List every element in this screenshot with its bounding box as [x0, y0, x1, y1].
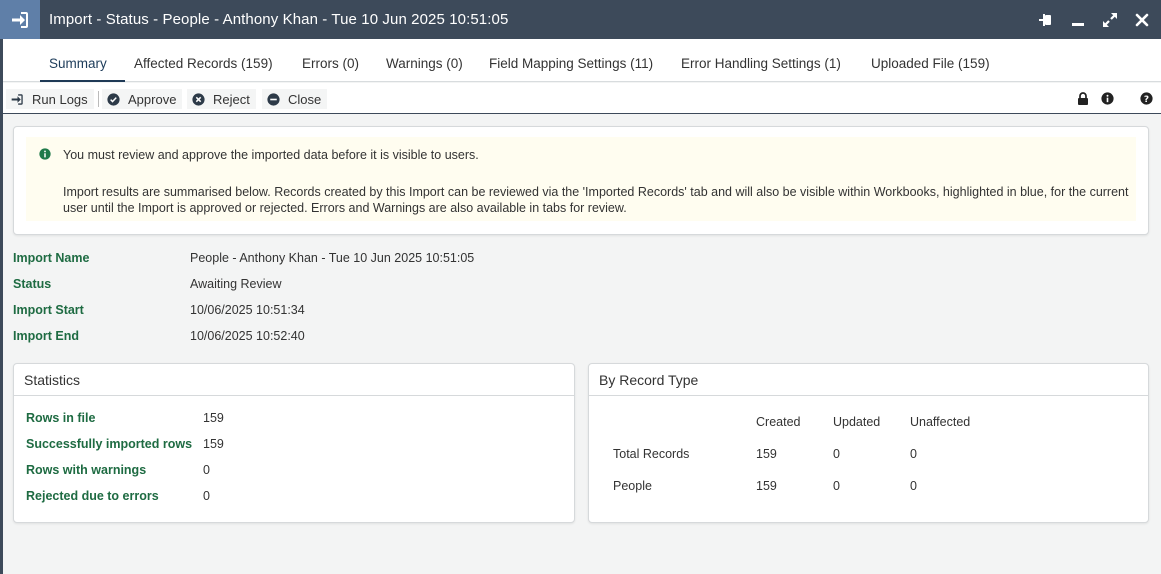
tab-errors[interactable]: Errors (0)	[302, 56, 359, 71]
updated-header: Updated	[833, 415, 881, 429]
notice-review-text: You must review and approve the imported…	[63, 148, 479, 162]
tab-summary[interactable]: Summary	[49, 56, 107, 71]
people-label: People	[613, 479, 652, 493]
maximize-icon[interactable]	[1101, 11, 1119, 29]
total-records-label: Total Records	[613, 447, 690, 461]
rows-with-warnings-label: Rows with warnings	[26, 463, 147, 477]
statistics-title: Statistics	[14, 364, 574, 396]
minimize-icon[interactable]	[1069, 11, 1087, 29]
rejected-errors-value: 0	[203, 489, 210, 503]
successfully-imported-value: 159	[203, 437, 224, 451]
approve-label: Approve	[128, 91, 177, 107]
record-type-title: By Record Type	[589, 364, 1148, 396]
reject-label: Reject	[213, 91, 250, 107]
tab-warnings[interactable]: Warnings (0)	[386, 56, 463, 71]
tab-uploaded-file[interactable]: Uploaded File (159)	[871, 56, 990, 71]
successfully-imported-label: Successfully imported rows	[26, 437, 193, 451]
tab-affected-records[interactable]: Affected Records (159)	[134, 56, 273, 71]
window-titlebar: Import - Status - People - Anthony Khan …	[0, 0, 1161, 39]
rows-in-file-value: 159	[203, 411, 224, 425]
info-icon[interactable]	[1100, 91, 1114, 105]
minus-circle-icon	[267, 92, 280, 106]
import-name-label: Import Name	[13, 251, 90, 265]
import-start-value: 10/06/2025 10:51:34	[190, 303, 305, 317]
tab-field-mapping-settings[interactable]: Field Mapping Settings (11)	[489, 56, 653, 71]
x-circle-icon	[192, 92, 205, 106]
tab-bar: Summary Affected Records (159) Errors (0…	[3, 39, 1161, 82]
check-circle-icon	[107, 92, 120, 106]
total-unaffected-value: 0	[910, 447, 917, 461]
window-title: Import - Status - People - Anthony Khan …	[49, 11, 509, 28]
lock-icon[interactable]	[1076, 91, 1090, 105]
people-created-value: 159	[756, 479, 777, 493]
tab-error-handling-settings[interactable]: Error Handling Settings (1)	[681, 56, 841, 71]
unaffected-header: Unaffected	[910, 415, 971, 429]
info-icon	[39, 148, 51, 160]
people-unaffected-value: 0	[910, 479, 917, 493]
rows-with-warnings-value: 0	[203, 463, 210, 477]
help-icon[interactable]: ?	[1139, 91, 1153, 105]
import-end-value: 10/06/2025 10:52:40	[190, 329, 305, 343]
import-start-label: Import Start	[13, 303, 84, 317]
rows-in-file-label: Rows in file	[26, 411, 96, 425]
close-icon[interactable]	[1133, 11, 1151, 29]
notice-message: You must review and approve the imported…	[26, 137, 1136, 221]
people-updated-value: 0	[833, 479, 840, 493]
statistics-panel: Statistics Rows in file 159 Successfully…	[13, 363, 575, 523]
sign-in-icon	[11, 93, 23, 105]
record-type-panel: By Record Type Created Updated Unaffecte…	[588, 363, 1149, 523]
rejected-errors-label: Rejected due to errors	[26, 489, 159, 503]
toolbar: Run Logs Approve Reject Close ?	[3, 83, 1161, 114]
toolbar-divider	[98, 91, 99, 107]
run-logs-label: Run Logs	[32, 91, 88, 107]
window-left-border	[0, 39, 3, 574]
close-label: Close	[288, 91, 322, 107]
import-name-value: People - Anthony Khan - Tue 10 Jun 2025 …	[190, 251, 475, 265]
sign-in-icon	[0, 0, 40, 39]
approve-button[interactable]: Approve	[102, 89, 183, 109]
reject-button[interactable]: Reject	[187, 89, 256, 109]
notice-panel: You must review and approve the imported…	[13, 126, 1149, 235]
svg-text:?: ?	[1143, 94, 1148, 104]
close-button[interactable]: Close	[262, 89, 328, 109]
import-end-label: Import End	[13, 329, 79, 343]
status-label: Status	[13, 277, 52, 291]
created-header: Created	[756, 415, 801, 429]
status-value: Awaiting Review	[190, 277, 282, 291]
total-updated-value: 0	[833, 447, 840, 461]
notice-summary-text: Import results are summarised below. Rec…	[63, 185, 1129, 215]
total-created-value: 159	[756, 447, 777, 461]
run-logs-button[interactable]: Run Logs	[6, 89, 94, 109]
pin-icon[interactable]	[1037, 11, 1055, 29]
active-tab-indicator	[40, 80, 125, 82]
